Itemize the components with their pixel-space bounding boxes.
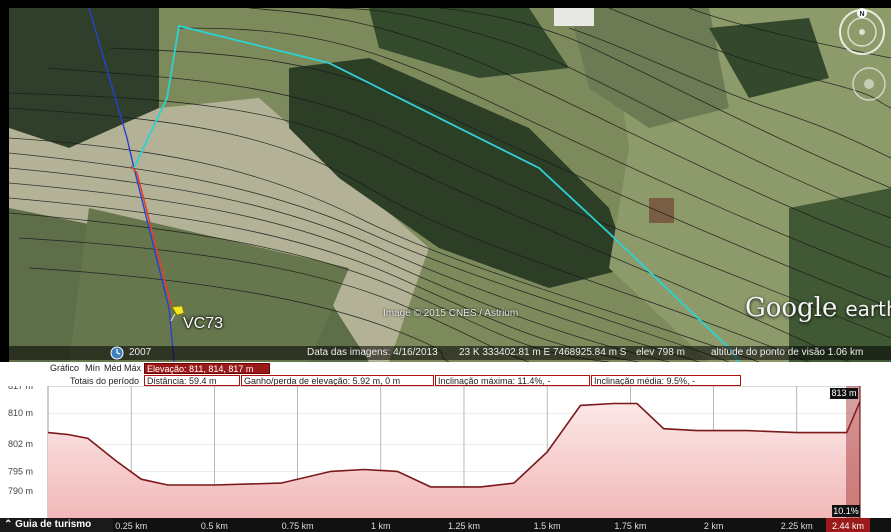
history-clock-icon[interactable]	[110, 346, 124, 363]
x-tick-label: 2.25 km	[781, 521, 813, 531]
logo-earth: earth	[845, 297, 891, 321]
y-tick-label: 795 m	[8, 466, 33, 476]
totals-label: Totais do período	[70, 376, 140, 386]
cursor-band	[846, 386, 860, 518]
tour-guide-button[interactable]: ⌃ Guia de turismo	[0, 518, 113, 532]
eye-altitude: altitude do ponto de visão 1.06 km	[711, 347, 864, 358]
logo-google: Google	[745, 293, 838, 323]
max-slope-stat: Inclinação máxima: 11.4%, -	[435, 375, 590, 386]
satellite-map[interactable]: VC73 Image © 2015 CNES / Astrium Google …	[9, 8, 891, 362]
x-tick-label: 1.25 km	[448, 521, 480, 531]
cursor-coordinates: 23 K 333402.81 m E 7468925.84 m S	[459, 347, 627, 358]
x-tick-label: 1 km	[371, 521, 391, 531]
x-tick-label: 0.5 km	[201, 521, 228, 531]
x-tick-label: 0.75 km	[282, 521, 314, 531]
look-joystick-icon[interactable]	[849, 64, 889, 104]
elevation-profile-chart[interactable]: 817 m810 m802 m795 m790 m 0.25 km 0.5 km 0…	[0, 386, 891, 532]
cursor-slope-label: 10.1%	[833, 506, 859, 516]
google-earth-logo: Google earth	[745, 290, 891, 323]
y-tick-label: 802 m	[8, 439, 33, 449]
compass-icon[interactable]: N	[838, 8, 886, 56]
compass-north-letter: N	[859, 11, 864, 18]
tour-guide-label: Guia de turismo	[15, 519, 92, 530]
x-axis-ticks: 0.25 km 0.5 km 0.75 km 1 km 1.25 km 1.5 km 1.7…	[0, 518, 891, 532]
history-year[interactable]: 2007	[129, 347, 151, 358]
gain-loss-stat: Ganho/perda de elevação: 5.92 m, 0 m	[241, 375, 434, 386]
elevation-stats: Elevação: 811, 814, 817 m	[144, 363, 270, 374]
cursor-elevation: elev 798 m	[636, 347, 685, 358]
y-axis-ticks: 817 m 810 m 802 m 795 m 790 m	[8, 386, 33, 496]
y-tick-label: 810 m	[8, 408, 33, 418]
map-status-bar: 2007 Data das imagens: 4/16/2013 23 K 33…	[9, 346, 891, 360]
distance-stat: Distância: 59.4 m	[144, 375, 240, 386]
y-tick-label: 817 m	[8, 386, 33, 391]
y-tick-label: 790 m	[8, 486, 33, 496]
x-tick-label: 1.5 km	[534, 521, 561, 531]
max-toggle[interactable]: Máx	[124, 363, 141, 373]
imagery-copyright: Image © 2015 CNES / Astrium	[383, 308, 519, 319]
avg-slope-stat: Inclinação média: 9.5%, -	[591, 375, 741, 386]
cursor-elevation-label: 813 m	[831, 388, 856, 398]
chevron-up-icon: ⌃	[4, 519, 16, 530]
placemark-label[interactable]: VC73	[183, 315, 223, 333]
x-tick-label: 2 km	[704, 521, 724, 531]
min-toggle[interactable]: Mín	[85, 363, 100, 373]
x-tick-label: 0.25 km	[115, 521, 147, 531]
x-tick-label: 1.75 km	[614, 521, 646, 531]
x-end-label: 2.44 km	[832, 521, 864, 531]
imagery-date: Data das imagens: 4/16/2013	[307, 347, 438, 358]
graph-label: Gráfico	[50, 363, 80, 373]
avg-toggle[interactable]: Méd	[104, 363, 122, 373]
